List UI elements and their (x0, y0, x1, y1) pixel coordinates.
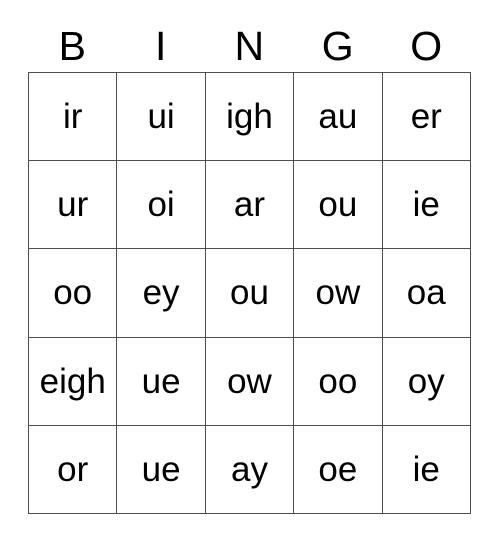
bingo-cell-g4[interactable]: oo (294, 337, 383, 426)
bingo-cell-o5[interactable]: ie (382, 425, 471, 514)
bingo-grid: ir ui igh au er ur oi ar ou ie oo ey ou … (28, 72, 471, 514)
bingo-cell-o1[interactable]: er (382, 73, 471, 162)
bingo-cell-n5[interactable]: ay (205, 425, 295, 514)
bingo-header-row: B I N G O (28, 20, 471, 72)
bingo-cell-g2[interactable]: ou (294, 161, 383, 250)
bingo-cell-o4[interactable]: oy (382, 337, 471, 426)
bingo-cell-n1[interactable]: igh (205, 73, 295, 162)
bingo-cell-o3[interactable]: oa (382, 249, 471, 338)
bingo-cell-b3[interactable]: oo (29, 249, 118, 338)
bingo-row: ur oi ar ou ie (29, 161, 471, 250)
bingo-cell-n2[interactable]: ar (205, 161, 295, 250)
bingo-cell-i1[interactable]: ui (117, 73, 206, 162)
bingo-header-letter-o: O (410, 22, 443, 69)
bingo-cell-i3[interactable]: ey (117, 249, 206, 338)
bingo-card: B I N G O ir ui igh au er ur oi ar ou ie… (28, 20, 471, 514)
bingo-cell-b2[interactable]: ur (29, 161, 118, 250)
bingo-cell-g3[interactable]: ow (294, 249, 383, 338)
bingo-cell-g1[interactable]: au (294, 73, 383, 162)
bingo-cell-n3[interactable]: ou (205, 249, 295, 338)
bingo-header-letter-g: G (321, 22, 354, 69)
bingo-row: eigh ue ow oo oy (29, 337, 471, 426)
bingo-cell-b5[interactable]: or (29, 425, 118, 514)
bingo-row: ir ui igh au er (29, 73, 471, 162)
bingo-cell-i4[interactable]: ue (117, 337, 206, 426)
bingo-cell-g5[interactable]: oe (294, 425, 383, 514)
bingo-header-letter-n: N (234, 22, 265, 69)
bingo-header-letter-b: B (58, 22, 86, 69)
bingo-cell-n4[interactable]: ow (205, 337, 295, 426)
bingo-cell-i5[interactable]: ue (117, 425, 206, 514)
bingo-cell-b1[interactable]: ir (29, 73, 118, 162)
bingo-cell-b4[interactable]: eigh (29, 337, 118, 426)
bingo-header-letter-i: I (155, 22, 167, 69)
bingo-cell-o2[interactable]: ie (382, 161, 471, 250)
bingo-cell-i2[interactable]: oi (117, 161, 206, 250)
bingo-row: or ue ay oe ie (29, 425, 471, 514)
bingo-row: oo ey ou ow oa (29, 249, 471, 338)
